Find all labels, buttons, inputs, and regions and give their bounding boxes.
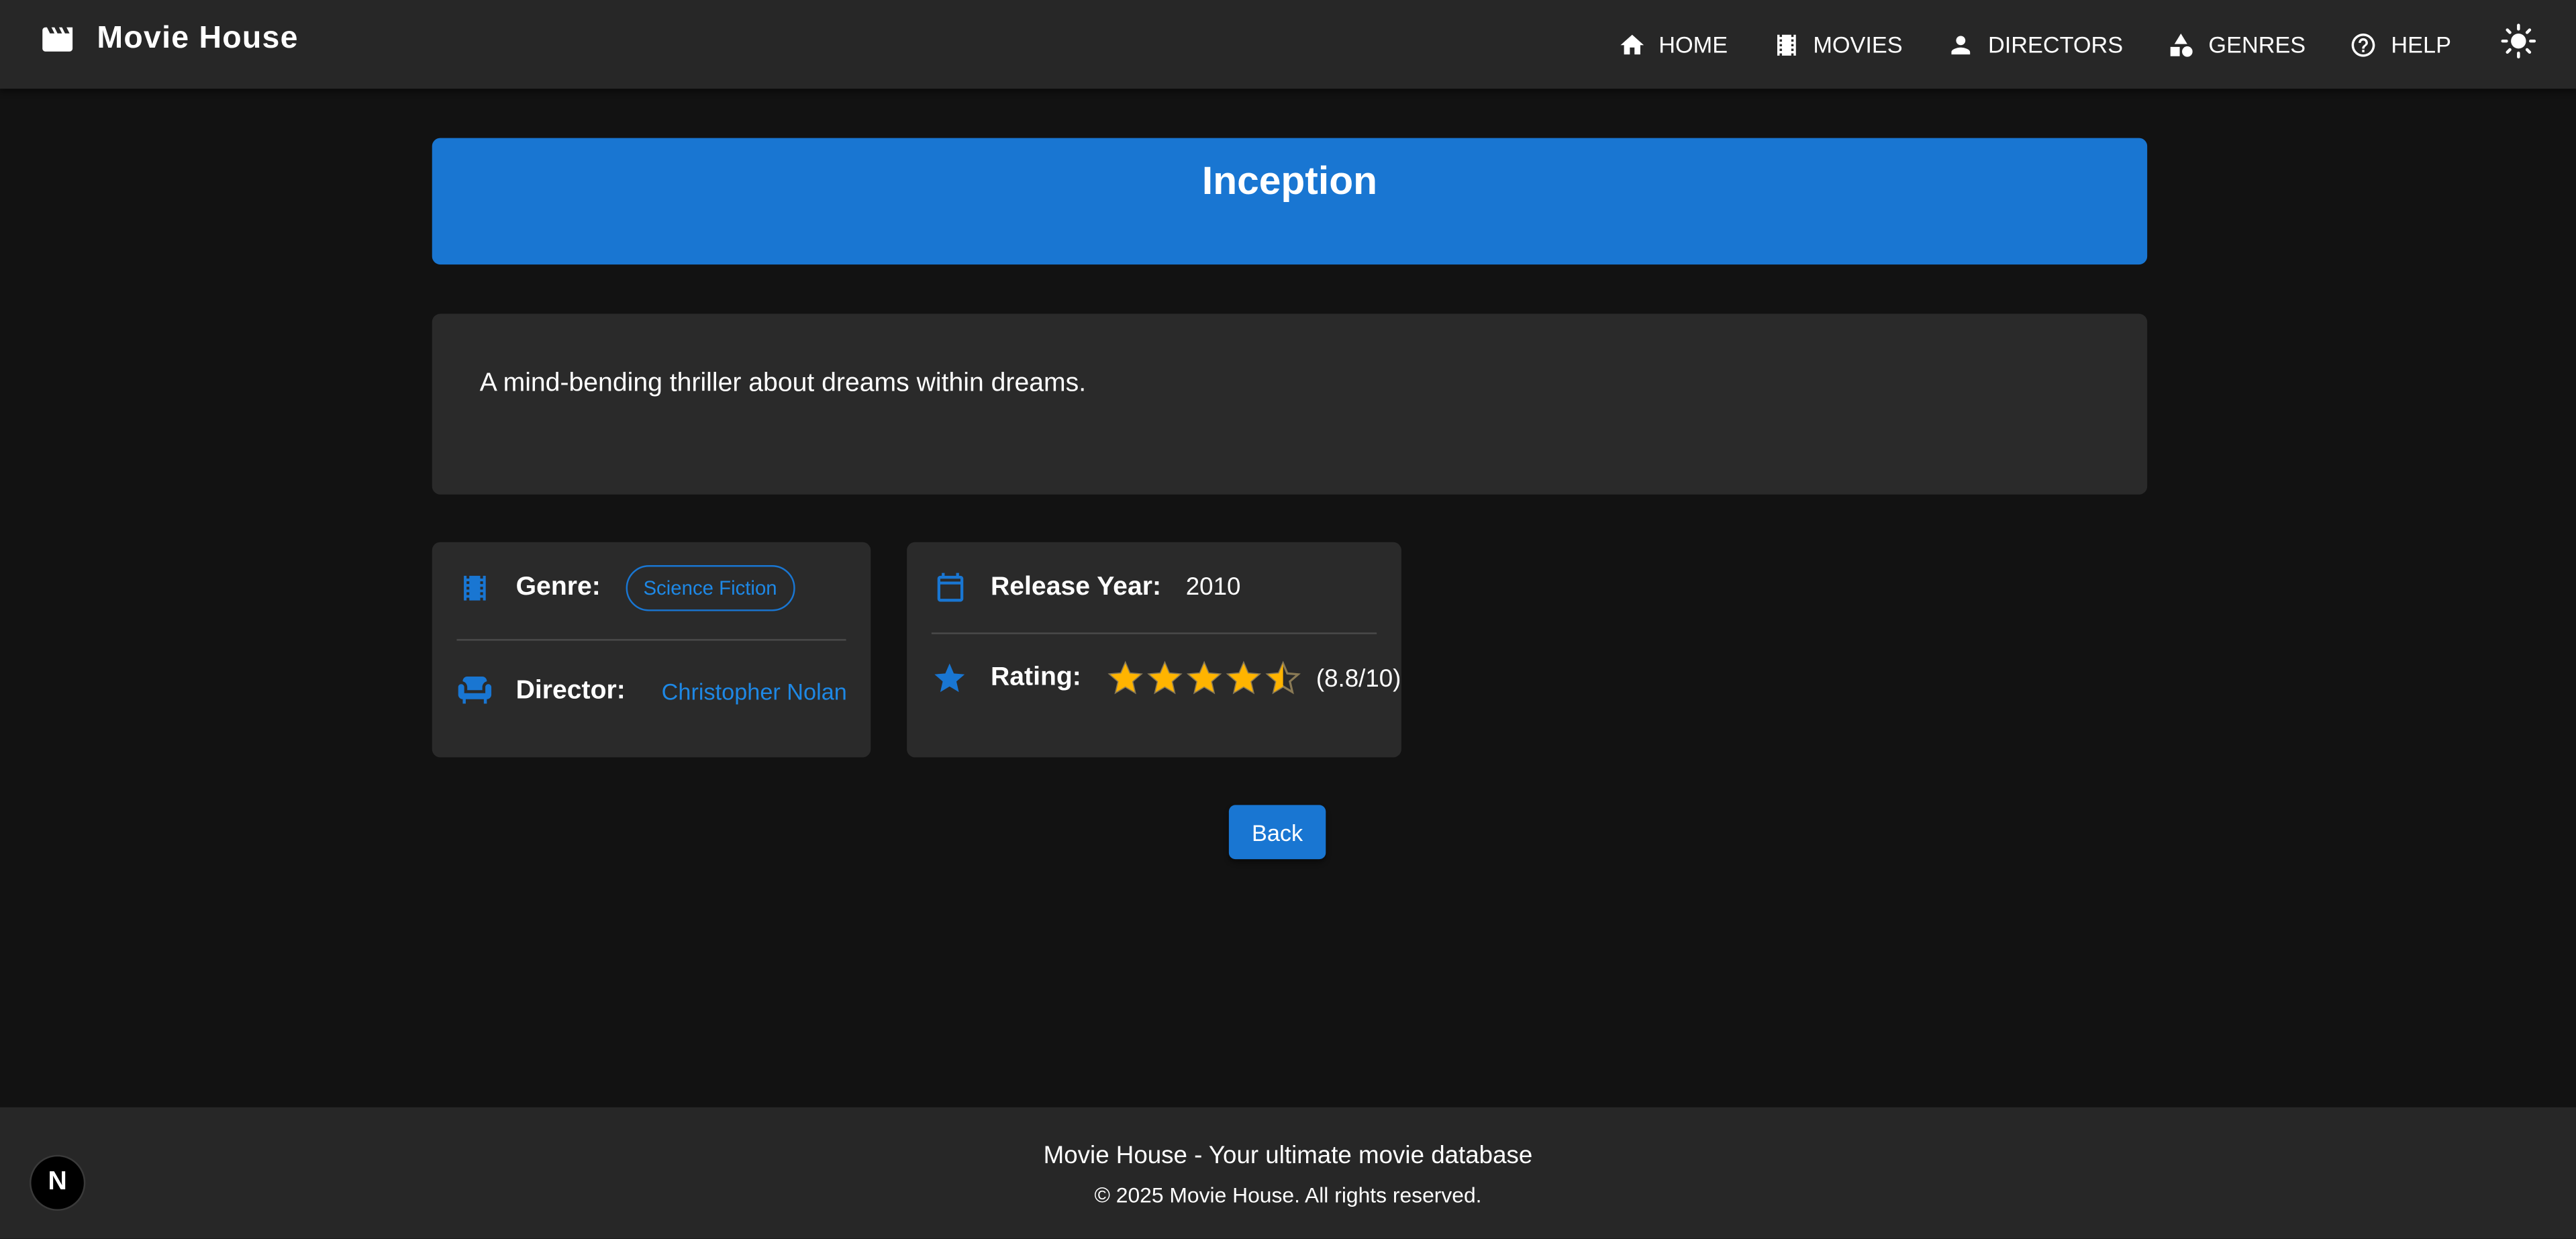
genre-chip[interactable]: Science Fiction	[625, 565, 795, 611]
director-link[interactable]: Christopher Nolan	[662, 679, 847, 705]
release-year-label: Release Year:	[990, 573, 1162, 601]
person-icon	[1947, 30, 1975, 58]
app-root: Movie House HOME MOVIES DIRECTORS GENRES…	[0, 0, 2576, 1239]
brand-title: Movie House	[97, 21, 299, 56]
back-button[interactable]: Back	[1228, 805, 1326, 860]
nav-home-label: HOME	[1658, 31, 1728, 58]
year-rating-card: Release Year: 2010 Rating: (8.8/10)	[907, 542, 1401, 758]
nav-genres[interactable]: GENRES	[2167, 30, 2306, 58]
footer-title: Movie House - Your ultimate movie databa…	[1043, 1142, 1533, 1170]
star-full-icon	[1187, 660, 1222, 695]
movie-title: Inception	[1201, 160, 1377, 205]
film-icon	[1772, 30, 1800, 58]
film-icon	[456, 572, 493, 605]
dev-tools-badge[interactable]: N	[30, 1154, 86, 1211]
star-icon	[932, 660, 968, 697]
footer: Movie House - Your ultimate movie databa…	[0, 1107, 2576, 1239]
footer-copyright: © 2025 Movie House. All rights reserved.	[1094, 1183, 1482, 1208]
clapperboard-icon	[40, 21, 76, 58]
nav-movies-label: MOVIES	[1813, 31, 1903, 58]
star-full-icon	[1147, 660, 1183, 695]
genre-director-card: Genre: Science Fiction Director: Christo…	[432, 542, 871, 758]
rating-label: Rating:	[990, 663, 1081, 692]
card-divider	[456, 639, 846, 641]
nav-directors[interactable]: DIRECTORS	[1947, 30, 2123, 58]
rating-value: (8.8/10)	[1316, 664, 1401, 693]
shapes-icon	[2167, 30, 2195, 58]
star-full-icon	[1226, 660, 1262, 695]
release-year-row: Release Year: 2010	[932, 570, 1241, 604]
home-icon	[1618, 30, 1646, 58]
main-nav: HOME MOVIES DIRECTORS GENRES HELP	[1573, 0, 2536, 89]
brand[interactable]: Movie House	[40, 21, 299, 58]
top-app-bar: Movie House HOME MOVIES DIRECTORS GENRES…	[0, 0, 2576, 89]
description-card: A mind-bending thriller about dreams wit…	[432, 313, 2148, 495]
rating-row: Rating: (8.8/10)	[932, 660, 1401, 697]
theme-toggle-button[interactable]	[2500, 22, 2536, 66]
armchair-icon	[456, 674, 493, 710]
nav-help[interactable]: HELP	[2350, 30, 2451, 58]
genre-row: Genre: Science Fiction	[456, 565, 795, 611]
sun-icon	[2500, 22, 2536, 66]
nav-help-label: HELP	[2391, 31, 2451, 58]
movie-title-banner: Inception	[432, 138, 2148, 265]
nav-home[interactable]: HOME	[1618, 30, 1728, 58]
star-full-icon	[1107, 660, 1144, 695]
nav-movies[interactable]: MOVIES	[1772, 30, 1903, 58]
star-half-icon	[1265, 660, 1301, 695]
release-year-value: 2010	[1185, 573, 1241, 601]
nav-directors-label: DIRECTORS	[1987, 31, 2124, 58]
card-divider	[931, 632, 1377, 634]
rating-stars	[1107, 660, 1305, 697]
director-row: Director: Christopher Nolan	[456, 674, 847, 710]
help-icon	[2350, 30, 2378, 58]
calendar-icon	[932, 570, 968, 604]
movie-description: A mind-bending thriller about dreams wit…	[479, 369, 1087, 398]
genre-label: Genre:	[515, 573, 601, 601]
nav-genres-label: GENRES	[2208, 31, 2306, 58]
director-label: Director:	[515, 677, 626, 705]
